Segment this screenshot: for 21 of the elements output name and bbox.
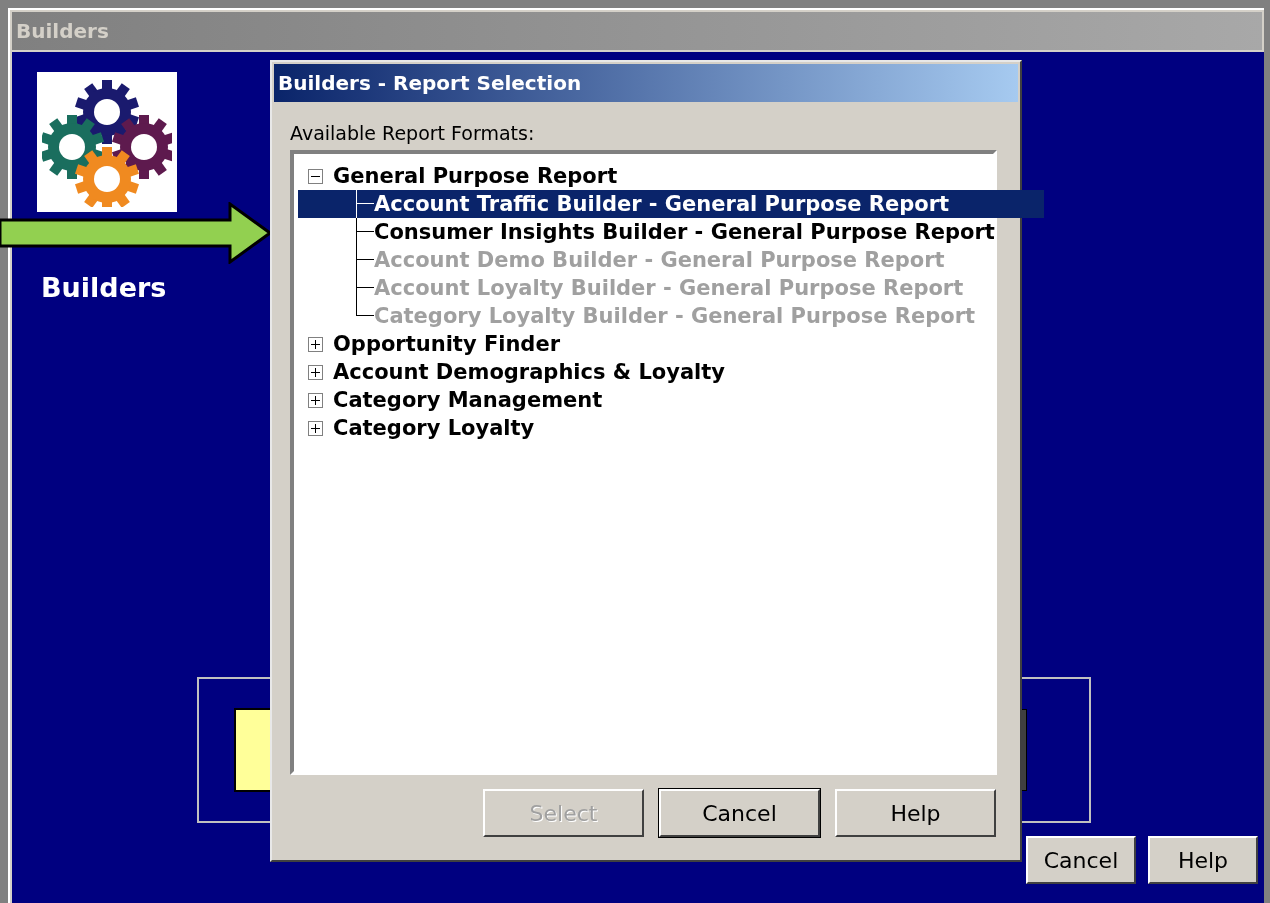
dialog-button[interactable]: Cancel: [659, 789, 820, 837]
collapse-icon[interactable]: [308, 168, 323, 184]
dialog-title: Builders - Report Selection: [274, 64, 1018, 102]
expand-icon[interactable]: [308, 420, 323, 436]
list-label: Available Report Formats:: [290, 122, 536, 144]
arrow-icon: [0, 202, 272, 264]
dialog-button[interactable]: Help: [835, 789, 996, 837]
window-button[interactable]: Cancel: [1026, 836, 1136, 884]
tree-group[interactable]: Opportunity Finder: [333, 332, 560, 356]
selected-tree-item[interactable]: Account Traffic Builder - General Purpose Report: [298, 190, 1044, 218]
logo-caption: Builders: [41, 272, 167, 303]
tree-group[interactable]: Category Loyalty: [333, 416, 535, 440]
expand-icon[interactable]: [308, 364, 323, 380]
expand-icon[interactable]: [308, 336, 323, 352]
window-button[interactable]: Help: [1148, 836, 1258, 884]
tree-group[interactable]: Category Management: [333, 388, 603, 412]
expand-icon[interactable]: [308, 392, 323, 408]
tree-group[interactable]: Account Demographics & Loyalty: [333, 360, 726, 384]
window-title: Builders: [12, 12, 1262, 50]
tree-item[interactable]: Consumer Insights Builder - General Purpose Report: [356, 218, 993, 246]
tree-group[interactable]: General Purpose Report: [333, 164, 618, 188]
